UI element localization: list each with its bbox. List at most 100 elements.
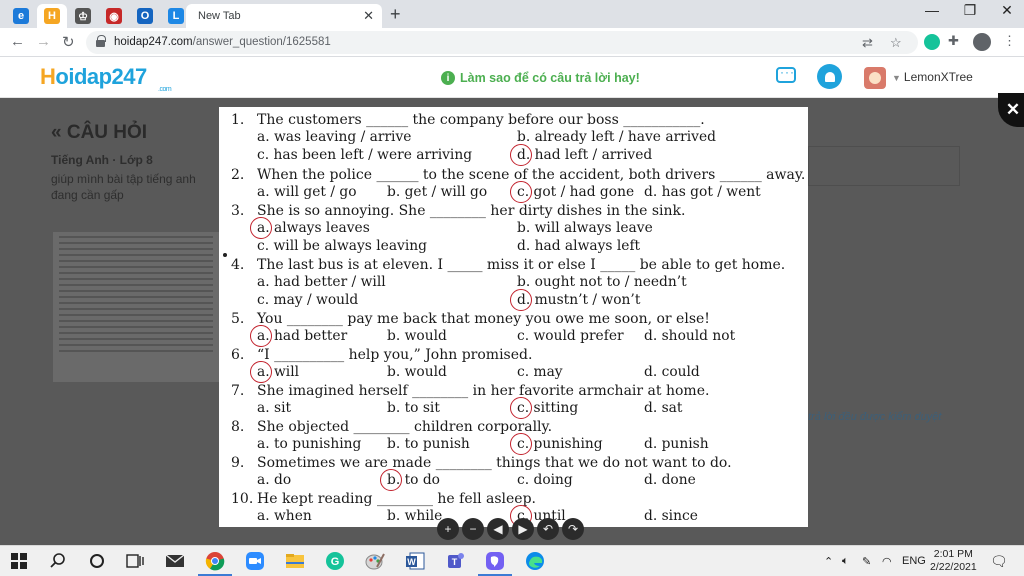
answer-circle-mark <box>510 289 532 311</box>
reload-icon[interactable]: ↻ <box>62 33 75 51</box>
url-text: hoidap247.com/answer_question/1625581 <box>114 36 331 48</box>
menu-dots-icon[interactable]: ⋮ <box>1003 33 1016 49</box>
close-icon[interactable]: ✕ <box>363 8 374 24</box>
chevron-up-icon[interactable]: ⌃ <box>824 555 833 568</box>
question-stem: He kept reading ________ he fell asleep. <box>257 491 537 507</box>
site-logo[interactable]: Hoidap247 .com <box>40 64 172 93</box>
notifications-icon[interactable]: 🗨︎ <box>990 553 1008 570</box>
subject-label: Tiếng Anh · Lớp 8 <box>51 153 153 167</box>
tab-favicon-icon: ♔ <box>75 8 91 24</box>
edge-taskbar-icon[interactable] <box>524 551 546 571</box>
question-number: 2. <box>231 167 245 183</box>
answer-option: d. done <box>644 472 696 488</box>
prev-icon[interactable]: ◀ <box>487 518 509 540</box>
search-icon[interactable] <box>47 551 69 571</box>
avatar[interactable] <box>864 67 886 89</box>
question-stem: The last bus is at eleven. I _____ miss … <box>257 257 786 273</box>
taskbar: G W T ⌃ 🔈︎ ✎ ◠ ENG 2:01 PM 2/22/2021 🗨︎ <box>0 545 1024 576</box>
question-text: giúp mình bài tập tiếng anh đang cần gấp <box>51 172 196 202</box>
translate-icon[interactable]: ⇄ <box>862 35 873 51</box>
zoom-icon[interactable] <box>244 551 266 571</box>
answer-option: d. had always left <box>517 238 641 254</box>
answer-option: d. has got / went <box>644 184 761 200</box>
tab-title: New Tab <box>198 10 241 22</box>
file-explorer-icon[interactable] <box>284 551 306 571</box>
tip-link[interactable]: i Làm sao để có câu trả lời hay! <box>441 71 640 85</box>
answer-option: b. while <box>387 508 443 524</box>
answer-option: c. may <box>517 364 563 380</box>
answer-option: b. to sit <box>387 400 440 416</box>
task-view-icon[interactable] <box>124 551 146 571</box>
pen-icon[interactable]: ✎ <box>862 555 871 568</box>
wifi-icon[interactable]: ◠ <box>882 555 892 568</box>
moderation-note: trả lời đều được kiểm duyệt <box>808 411 942 423</box>
browser-tab-bar: e H ♔ ◉ O L New Tab ✕ + — ❐ ✕ <box>0 0 1024 28</box>
close-window-icon[interactable]: ✕ <box>997 2 1017 19</box>
next-icon[interactable]: ▶ <box>512 518 534 540</box>
extensions-icon[interactable]: ✚ <box>948 33 959 49</box>
tab-pinned[interactable]: H <box>37 4 67 28</box>
answer-circle-mark <box>510 181 532 203</box>
cortana-icon[interactable] <box>86 551 108 571</box>
grammarly-taskbar-icon[interactable]: G <box>324 551 346 571</box>
restore-icon[interactable]: ❐ <box>960 2 980 19</box>
answer-option: a. was leaving / arrive <box>257 129 412 145</box>
profile-icon[interactable] <box>973 33 991 51</box>
question-stem: She is so annoying. She ________ her dir… <box>257 203 686 219</box>
tab-pinned[interactable]: e <box>6 4 36 28</box>
paint-icon[interactable] <box>364 551 386 571</box>
answer-option: b. would <box>387 328 447 344</box>
answer-option: a. had better / will <box>257 274 386 290</box>
tab-pinned[interactable]: O <box>130 4 160 28</box>
tab-new-tab[interactable]: New Tab ✕ <box>186 4 382 28</box>
answer-option: c. doing <box>517 472 573 488</box>
rotate-left-icon[interactable]: ↶ <box>537 518 559 540</box>
hoidap-h-icon: H <box>44 8 60 24</box>
forward-icon[interactable]: → <box>36 33 51 50</box>
viber-icon[interactable] <box>478 551 512 576</box>
tip-text: Làm sao để có câu trả lời hay! <box>460 71 640 85</box>
answer-option: b. ought not to / needn’t <box>517 274 687 290</box>
teams-icon[interactable]: T <box>444 551 466 571</box>
answer-option: d. should not <box>644 328 736 344</box>
zoom-out-icon[interactable]: − <box>462 518 484 540</box>
tab-pinned[interactable]: ♔ <box>68 4 98 28</box>
answer-option: c. will be always leaving <box>257 238 427 254</box>
answer-circle-mark <box>510 433 532 455</box>
zoom-in-icon[interactable]: + <box>437 518 459 540</box>
answer-option: d. had left / arrived <box>517 147 653 163</box>
question-stem: “I __________ help you,” John promised. <box>257 347 533 363</box>
bookmark-star-icon[interactable]: ☆ <box>890 35 902 51</box>
rotate-right-icon[interactable]: ↷ <box>562 518 584 540</box>
site-header: Hoidap247 .com i Làm sao để có câu trả lờ… <box>0 57 1024 98</box>
answer-option: b. to punish <box>387 436 470 452</box>
url-input[interactable]: hoidap247.com/answer_question/1625581 ⇄ … <box>86 31 918 54</box>
back-icon[interactable]: ← <box>10 33 25 50</box>
windows-start-icon[interactable] <box>8 551 30 571</box>
language-indicator[interactable]: ENG <box>902 555 926 567</box>
question-number: 6. <box>231 347 245 363</box>
answer-option: d. could <box>644 364 700 380</box>
grammarly-icon[interactable] <box>924 34 940 50</box>
chevron-down-icon: ▼ <box>892 73 901 83</box>
bell-icon[interactable] <box>817 64 842 89</box>
word-icon[interactable]: W <box>404 551 426 571</box>
minimize-icon[interactable]: — <box>922 2 942 18</box>
user-menu[interactable]: ▼ LemonXTree <box>892 70 973 84</box>
answer-option: d. sat <box>644 400 683 416</box>
chat-icon[interactable] <box>776 65 796 83</box>
chrome-icon[interactable] <box>198 551 232 576</box>
question-image-thumbnail[interactable] <box>53 232 219 382</box>
answer-option: b. get / will go <box>387 184 488 200</box>
system-clock[interactable]: 2:01 PM 2/22/2021 <box>930 548 977 574</box>
edge-icon: e <box>13 8 29 24</box>
tab-pinned[interactable]: ◉ <box>99 4 129 28</box>
answer-circle-mark <box>510 144 532 166</box>
question-stem: When the police ______ to the scene of t… <box>257 167 806 183</box>
mail-icon[interactable] <box>164 551 186 571</box>
new-tab-button[interactable]: + <box>390 4 401 24</box>
lock-icon[interactable] <box>96 35 106 47</box>
answer-option: c. may / would <box>257 292 359 308</box>
question-stem: She imagined herself ________ in her fav… <box>257 383 710 399</box>
volume-icon[interactable]: 🔈︎ <box>842 555 849 568</box>
